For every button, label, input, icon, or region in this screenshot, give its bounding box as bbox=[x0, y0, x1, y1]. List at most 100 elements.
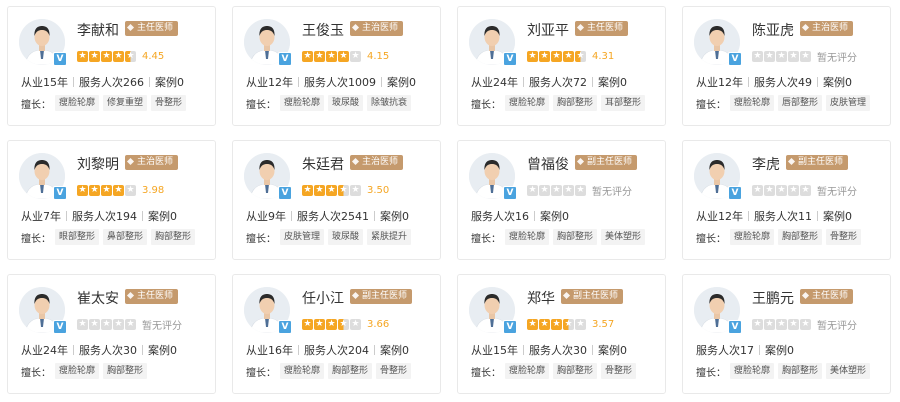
specialty-tag[interactable]: 瘦脸轮廓 bbox=[730, 95, 775, 111]
specialty-tag[interactable]: 瘦脸轮廓 bbox=[505, 95, 550, 111]
star-icon bbox=[776, 318, 787, 330]
specialty-tag[interactable]: 瘦脸轮廓 bbox=[55, 363, 100, 379]
doctor-name[interactable]: 陈亚虎 bbox=[752, 20, 794, 40]
star-rating bbox=[302, 184, 361, 196]
doctor-avatar[interactable]: V bbox=[244, 19, 292, 66]
doctor-card[interactable]: V 任小江副主任医师 3.66 从业16年服务人次204 案例0 擅长： 瘦脸轮廓胸部整形骨… bbox=[232, 274, 441, 394]
doctor-card[interactable]: V 朱廷君主治医师 3.50 从业9年服务人次2541 案例0 擅长： 皮肤管理玻尿酸紧肤提… bbox=[232, 140, 441, 260]
doctor-card[interactable]: V 李献和主任医师 4.45 从业15年服务人次266 案例0 擅长： 瘦脸轮廓修复重塑骨整… bbox=[7, 6, 216, 126]
doctor-name[interactable]: 崔太安 bbox=[77, 288, 119, 308]
specialty-tag[interactable]: 胸部整形 bbox=[778, 229, 823, 245]
doctor-card[interactable]: V 曾福俊副主任医师暂无评分服务人次16 案例0 擅长： 瘦脸轮廓胸部整形美体塑形 bbox=[457, 140, 666, 260]
doctor-avatar[interactable]: V bbox=[694, 153, 742, 200]
specialty-tag[interactable]: 唇部整形 bbox=[778, 95, 823, 111]
specialty-tag[interactable]: 皮肤管理 bbox=[826, 95, 871, 111]
doctor-card[interactable]: V 王俊玉主治医师 4.15 从业12年服务人次1009 案例0 擅长： 瘦脸轮廓玻尿酸除皱… bbox=[232, 6, 441, 126]
stat-item: 案例0 bbox=[598, 344, 627, 357]
star-rating bbox=[752, 184, 811, 196]
rating: 3.66 bbox=[302, 314, 389, 330]
specialty-tag[interactable]: 玻尿酸 bbox=[328, 95, 364, 111]
specialty-tag[interactable]: 瘦脸轮廓 bbox=[505, 229, 550, 245]
doctor-grid: V李献和主任医师4.45从业15年服务人次266案例0擅长：瘦脸轮廓修复重塑骨整… bbox=[7, 6, 893, 396]
stat-item: 服务人次266 bbox=[79, 76, 144, 89]
specialties-label: 擅长： bbox=[21, 233, 51, 245]
specialty-tag[interactable]: 除皱抗衰 bbox=[367, 95, 412, 111]
doctor-avatar[interactable]: V bbox=[19, 153, 67, 200]
specialty-tag[interactable]: 胸部整形 bbox=[151, 229, 196, 245]
doctor-avatar[interactable]: V bbox=[469, 153, 517, 200]
specialty-tag[interactable]: 紧肤提升 bbox=[367, 229, 412, 245]
specialty-tag[interactable]: 瘦脸轮廓 bbox=[730, 229, 775, 245]
specialty-tag[interactable]: 骨整形 bbox=[151, 95, 187, 111]
specialty-tag[interactable]: 胸部整形 bbox=[553, 363, 598, 379]
doctor-name[interactable]: 王俊玉 bbox=[302, 20, 344, 40]
doctor-avatar[interactable]: V bbox=[19, 287, 67, 334]
doctor-name[interactable]: 刘亚平 bbox=[527, 20, 569, 40]
rating: 3.98 bbox=[77, 180, 164, 196]
specialty-tag[interactable]: 胸部整形 bbox=[553, 95, 598, 111]
specialty-tag[interactable]: 瘦脸轮廓 bbox=[730, 363, 775, 379]
stat-divider bbox=[817, 77, 818, 87]
specialty-tag[interactable]: 胸部整形 bbox=[778, 363, 823, 379]
doctor-card[interactable]: V 王鹏元主任医师暂无评分服务人次17 案例0 擅长： 瘦脸轮廓胸部整形美体塑形 bbox=[682, 274, 891, 394]
stat-item: 从业16年 bbox=[246, 344, 293, 357]
star-icon bbox=[764, 50, 775, 62]
doctor-card[interactable]: V 刘亚平主任医师 4.31 从业24年服务人次72 案例0 擅长： 瘦脸轮廓胸部整形耳部整… bbox=[457, 6, 666, 126]
star-icon bbox=[752, 50, 763, 62]
doctor-avatar[interactable]: V bbox=[469, 287, 517, 334]
specialties: 擅长： 瘦脸轮廓 修复重塑 骨整形 bbox=[21, 95, 190, 111]
doctor-card[interactable]: V 李虎副主任医师暂无评分从业12年服务人次11 案例0 擅长： 瘦脸轮廓胸部整形骨整形 bbox=[682, 140, 891, 260]
specialty-tag[interactable]: 美体塑形 bbox=[601, 229, 646, 245]
doctor-avatar[interactable]: V bbox=[694, 19, 742, 66]
star-icon bbox=[788, 318, 799, 330]
specialty-tag[interactable]: 胸部整形 bbox=[328, 363, 373, 379]
specialty-tag[interactable]: 瘦脸轮廓 bbox=[280, 95, 325, 111]
doctor-name[interactable]: 曾福俊 bbox=[527, 154, 569, 174]
specialty-tag[interactable]: 玻尿酸 bbox=[328, 229, 364, 245]
specialty-tag[interactable]: 耳部整形 bbox=[601, 95, 646, 111]
star-icon bbox=[77, 50, 88, 62]
doctor-card[interactable]: V 郑华副主任医师 3.57 从业15年服务人次30 案例0 擅长： 瘦脸轮廓胸部整形骨整形 bbox=[457, 274, 666, 394]
doctor-name[interactable]: 任小江 bbox=[302, 288, 344, 308]
specialty-tag[interactable]: 瘦脸轮廓 bbox=[505, 363, 550, 379]
doctor-name[interactable]: 刘黎明 bbox=[77, 154, 119, 174]
doctor-name[interactable]: 郑华 bbox=[527, 288, 555, 308]
rating: 暂无评分 bbox=[527, 180, 632, 198]
specialty-tag[interactable]: 瘦脸轮廓 bbox=[55, 95, 100, 111]
specialty-tag[interactable]: 骨整形 bbox=[376, 363, 412, 379]
specialty-tag[interactable]: 瘦脸轮廓 bbox=[280, 363, 325, 379]
stat-item: 从业7年 bbox=[21, 210, 61, 223]
star-icon bbox=[314, 50, 325, 62]
doctor-name[interactable]: 王鹏元 bbox=[752, 288, 794, 308]
specialty-tag[interactable]: 眼部整形 bbox=[55, 229, 100, 245]
specialty-tag[interactable]: 骨整形 bbox=[826, 229, 862, 245]
rating: 4.15 bbox=[302, 46, 389, 62]
star-icon bbox=[539, 318, 550, 330]
doctor-card[interactable]: V 崔太安主任医师暂无评分从业24年服务人次30 案例0 擅长： 瘦脸轮廓胸部整形 bbox=[7, 274, 216, 394]
specialty-tag[interactable]: 鼻部整形 bbox=[103, 229, 148, 245]
specialty-tag[interactable]: 修复重塑 bbox=[103, 95, 148, 111]
doctor-title-badge: 主治医师 bbox=[350, 155, 404, 170]
doctor-avatar[interactable]: V bbox=[244, 287, 292, 334]
stat-item: 服务人次30 bbox=[529, 344, 587, 357]
doctor-card[interactable]: V 刘黎明主治医师 3.98 从业7年服务人次194 案例0 擅长： 眼部整形鼻部整形胸部整… bbox=[7, 140, 216, 260]
star-icon bbox=[302, 318, 313, 330]
specialty-tag[interactable]: 胸部整形 bbox=[103, 363, 148, 379]
star-icon bbox=[575, 50, 586, 62]
doctor-name[interactable]: 李献和 bbox=[77, 20, 119, 40]
specialty-tag[interactable]: 皮肤管理 bbox=[280, 229, 325, 245]
specialty-tag[interactable]: 美体塑形 bbox=[826, 363, 871, 379]
specialty-tag[interactable]: 胸部整形 bbox=[553, 229, 598, 245]
star-icon bbox=[752, 318, 763, 330]
star-icon bbox=[326, 318, 337, 330]
doctor-card[interactable]: V 陈亚虎主治医师暂无评分从业12年服务人次49 案例0 擅长： 瘦脸轮廓唇部整形皮肤管… bbox=[682, 6, 891, 126]
doctor-avatar[interactable]: V bbox=[469, 19, 517, 66]
doctor-name[interactable]: 李虎 bbox=[752, 154, 780, 174]
stat-item: 服务人次16 bbox=[471, 210, 529, 223]
doctor-avatar[interactable]: V bbox=[694, 287, 742, 334]
specialties-label: 擅长： bbox=[246, 99, 276, 111]
specialty-tag[interactable]: 骨整形 bbox=[601, 363, 637, 379]
doctor-avatar[interactable]: V bbox=[19, 19, 67, 66]
doctor-name[interactable]: 朱廷君 bbox=[302, 154, 344, 174]
doctor-avatar[interactable]: V bbox=[244, 153, 292, 200]
